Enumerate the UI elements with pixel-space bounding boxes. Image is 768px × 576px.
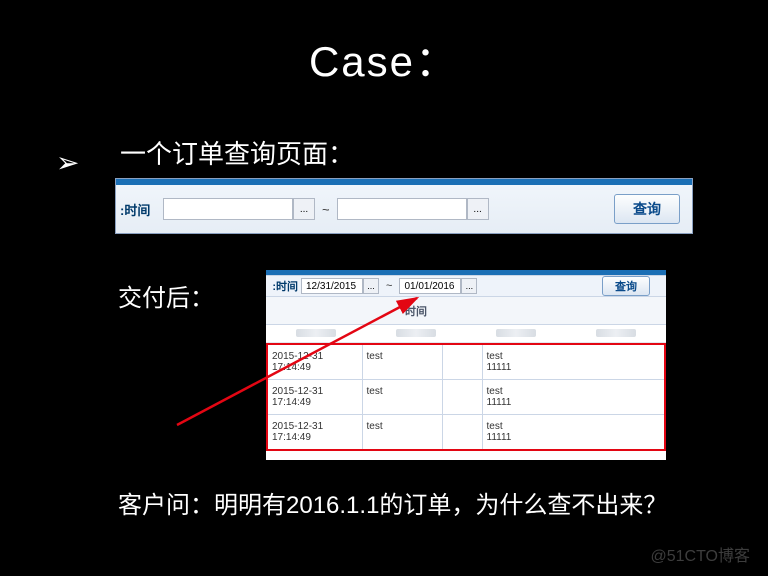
time-label: 时间: bbox=[120, 200, 160, 219]
date-from-picker[interactable]: ... bbox=[293, 198, 315, 220]
watermark: @51CTO博客 bbox=[650, 542, 750, 566]
table-header: 时间 bbox=[266, 297, 666, 325]
after-delivery-text: 交付后： bbox=[118, 278, 214, 313]
range-separator-2: ~ bbox=[386, 280, 392, 292]
date-to-picker-2[interactable]: ... bbox=[461, 278, 477, 294]
blurred-row bbox=[266, 325, 666, 343]
time-label-2: 时间: bbox=[270, 278, 298, 294]
date-to-picker[interactable]: ... bbox=[467, 198, 489, 220]
date-from-input-2[interactable] bbox=[301, 278, 363, 294]
query-panel-after: 时间: ... ~ ... 查询 时间 2015-12-31 17:14:49 … bbox=[266, 270, 666, 460]
query-panel-before: 时间: ... ~ ... 查询 bbox=[115, 178, 693, 234]
date-to-input[interactable] bbox=[337, 198, 467, 220]
search-button-2[interactable]: 查询 bbox=[602, 276, 650, 296]
date-to-input-2[interactable] bbox=[399, 278, 461, 294]
table-row: 2015-12-31 17:14:49 test test11111 bbox=[267, 415, 665, 451]
results-table: 2015-12-31 17:14:49 test test11111 2015-… bbox=[266, 343, 666, 451]
date-from-input[interactable] bbox=[163, 198, 293, 220]
table-row: 2015-12-31 17:14:49 test test11111 bbox=[267, 344, 665, 380]
customer-question: 客户问：明明有2016.1.1的订单，为什么查不出来？ bbox=[118, 490, 678, 522]
search-button[interactable]: 查询 bbox=[614, 194, 680, 224]
range-separator: ~ bbox=[322, 202, 330, 217]
bullet-marker bbox=[56, 146, 87, 179]
date-from-picker-2[interactable]: ... bbox=[363, 278, 379, 294]
slide-title: Case： bbox=[0, 0, 768, 89]
intro-text: 一个订单查询页面： bbox=[120, 134, 354, 171]
table-row: 2015-12-31 17:14:49 test test11111 bbox=[267, 380, 665, 415]
